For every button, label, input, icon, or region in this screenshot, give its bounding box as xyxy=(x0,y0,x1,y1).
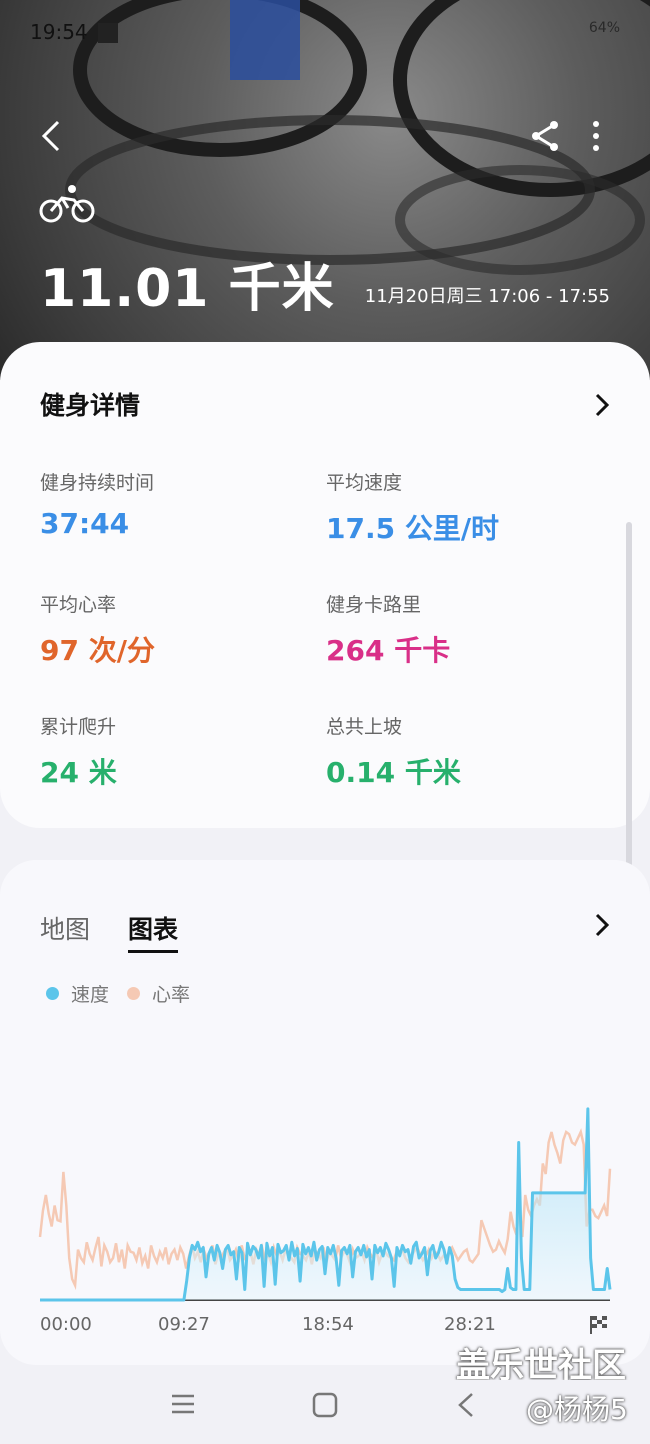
status-time: 19:54 xyxy=(30,20,88,44)
finish-flag-icon xyxy=(590,1316,607,1334)
battery-level: 64% xyxy=(588,20,620,36)
legend-speed: 速度 xyxy=(46,980,109,1007)
legend-label: 速度 xyxy=(71,984,110,1006)
total-distance: 11.01 千米 xyxy=(40,259,335,319)
tab-chart[interactable]: 图表 xyxy=(128,910,179,953)
stat-label: 健身持续时间 xyxy=(40,472,155,494)
legend-heart-rate: 心率 xyxy=(127,980,190,1007)
chevron-right-icon[interactable] xyxy=(594,392,610,418)
back-arrow-icon[interactable] xyxy=(38,118,66,154)
stat-avg-speed: 平均速度 17.5 公里/时 xyxy=(326,468,499,547)
stat-uphill-distance: 总共上坡 0.14 千米 xyxy=(326,712,461,791)
legend-label: 心率 xyxy=(152,984,191,1006)
recent-apps-icon[interactable] xyxy=(170,1392,196,1416)
speed-heart-rate-chart xyxy=(38,1107,612,1302)
workout-date-range: 11月20日周三 17:06 - 17:55 xyxy=(364,286,610,307)
notification-icon xyxy=(98,23,118,43)
home-icon[interactable] xyxy=(312,1392,338,1418)
more-vert-icon[interactable] xyxy=(586,120,606,152)
chevron-right-icon[interactable] xyxy=(594,912,610,938)
chart-legend: 速度 心率 xyxy=(46,980,208,1007)
tab-map[interactable]: 地图 xyxy=(40,910,90,946)
legend-dot-heart-rate xyxy=(127,987,141,1000)
stat-label: 累计爬升 xyxy=(40,716,117,738)
back-icon[interactable] xyxy=(456,1392,476,1418)
stat-value: 97 次/分 xyxy=(40,634,155,667)
stat-value: 264 千卡 xyxy=(326,634,451,667)
stat-value: 0.14 千米 xyxy=(326,756,461,789)
stat-elevation-gain: 累计爬升 24 米 xyxy=(40,712,117,791)
chart-card: 地图 图表 速度 心率 00:00 09:27 18:54 28:21 xyxy=(0,860,650,1365)
stat-value: 24 米 xyxy=(40,756,117,789)
share-icon[interactable] xyxy=(530,120,560,152)
stat-value: 17.5 公里/时 xyxy=(326,512,500,545)
stat-calories: 健身卡路里 264 千卡 xyxy=(326,590,450,669)
bike-icon xyxy=(39,185,95,223)
legend-dot-speed xyxy=(46,987,59,1000)
watermark-user: @杨杨5 xyxy=(526,1393,628,1426)
x-tick-label: 09:27 xyxy=(158,1314,210,1335)
stat-label: 平均速度 xyxy=(326,472,403,494)
x-tick-label: 18:54 xyxy=(302,1314,354,1335)
details-title: 健身详情 xyxy=(40,391,141,420)
workout-details-card[interactable]: 健身详情 健身持续时间 37:44 平均速度 17.5 公里/时 平均心率 97… xyxy=(0,342,650,828)
stat-label: 平均心率 xyxy=(40,594,117,616)
stat-label: 总共上坡 xyxy=(326,716,403,738)
x-tick-label: 28:21 xyxy=(444,1314,496,1335)
stat-avg-heart-rate: 平均心率 97 次/分 xyxy=(40,590,155,669)
stat-duration: 健身持续时间 37:44 xyxy=(40,468,154,540)
stat-value: 37:44 xyxy=(40,507,130,540)
status-bar: 19:54 64% xyxy=(30,18,620,48)
hero-banner: 19:54 64% 11.01 千米 11月20日周三 17:06 - 17:5… xyxy=(0,0,650,380)
stat-label: 健身卡路里 xyxy=(326,594,422,616)
x-tick-label: 00:00 xyxy=(40,1314,92,1335)
